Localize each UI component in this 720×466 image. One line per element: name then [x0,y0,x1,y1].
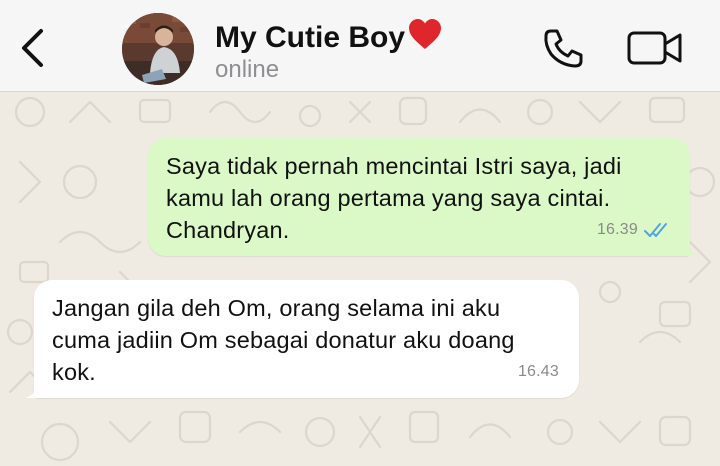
video-camera-icon [627,31,682,65]
message-text: Jangan gila deh Om, orang selama ini aku… [52,295,515,385]
message-time: 16.43 [517,363,559,380]
outgoing-message-bubble[interactable]: Saya tidak pernah mencintai Istri saya, … [148,138,698,256]
contact-name-text: My Cutie Boy [215,21,406,54]
contact-status: online [215,56,280,83]
chat-area[interactable]: Saya tidak pernah mencintai Istri saya, … [0,92,720,466]
message-meta: 16.39 [597,214,670,246]
avatar[interactable] [122,13,194,85]
contact-name[interactable]: My Cutie Boy [215,18,443,59]
message-time: 16.39 [596,221,638,238]
avatar-photo [122,13,194,85]
chat-screen: My Cutie Boy online Saya tidak pernah me… [0,0,720,466]
phone-icon [544,29,583,68]
chat-header: My Cutie Boy online [0,0,720,92]
back-button[interactable] [12,24,52,72]
voice-call-button[interactable] [538,24,590,72]
chevron-left-icon [22,29,43,67]
heart-icon [407,18,443,59]
double-check-icon [644,223,667,237]
video-call-button[interactable] [624,24,686,72]
message-meta: 16.43 [518,356,559,388]
incoming-message-bubble[interactable]: Jangan gila deh Om, orang selama ini aku… [26,280,579,398]
bubble-tail [684,240,698,256]
bubble-tail [26,382,40,398]
